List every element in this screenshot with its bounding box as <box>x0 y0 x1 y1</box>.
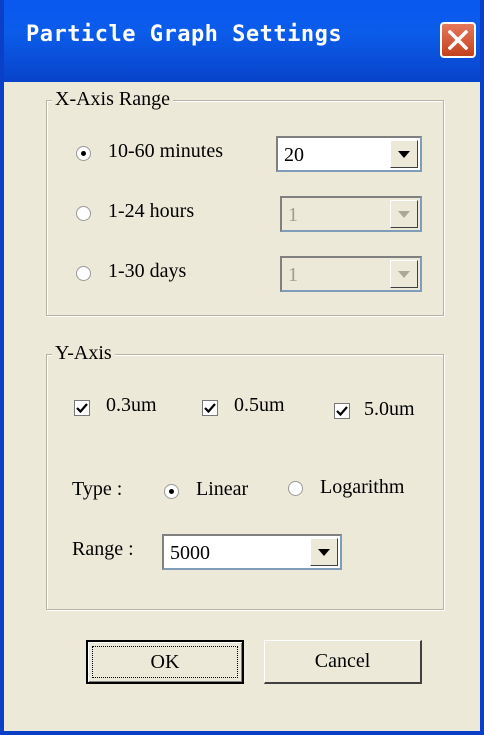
radio-hours[interactable] <box>76 206 91 221</box>
focus-rect <box>92 646 238 678</box>
x-axis-legend: X-Axis Range <box>52 88 173 111</box>
window-title: Particle Graph Settings <box>26 22 343 47</box>
hours-select: 1 <box>280 196 422 232</box>
radio-logarithm[interactable] <box>288 481 303 496</box>
checkbox-5-0um-label[interactable]: 5.0um <box>364 398 415 421</box>
range-select-value: 5000 <box>170 542 210 564</box>
range-label: Range : <box>72 538 134 560</box>
cancel-button-label: Cancel <box>314 650 371 672</box>
dialog-window: Particle Graph Settings X-Axis Range 10-… <box>0 0 484 735</box>
radio-minutes[interactable] <box>76 146 91 161</box>
chevron-down-icon <box>318 549 330 556</box>
close-button[interactable] <box>440 22 476 58</box>
title-bar[interactable]: Particle Graph Settings <box>4 0 480 82</box>
y-axis-legend: Y-Axis <box>52 342 115 365</box>
checkbox-5-0um[interactable] <box>334 403 350 419</box>
ok-button[interactable]: OK <box>86 640 244 684</box>
checkbox-0-3um[interactable] <box>74 400 90 416</box>
checkbox-0-5um[interactable] <box>202 400 218 416</box>
days-dropdown-button <box>390 260 418 288</box>
minutes-dropdown-button[interactable] <box>390 140 418 168</box>
type-label: Type : <box>72 478 123 500</box>
radio-hours-label[interactable]: 1-24 hours <box>108 200 194 223</box>
radio-linear[interactable] <box>164 484 179 499</box>
radio-logarithm-label[interactable]: Logarithm <box>320 476 404 499</box>
range-dropdown-button[interactable] <box>310 538 338 566</box>
chevron-down-icon <box>398 271 410 278</box>
radio-minutes-label[interactable]: 10-60 minutes <box>108 140 223 163</box>
cancel-button[interactable]: Cancel <box>264 640 422 684</box>
radio-days-label[interactable]: 1-30 days <box>108 260 186 283</box>
checkmark-icon <box>204 403 216 414</box>
range-select[interactable]: 5000 <box>162 534 342 570</box>
hours-dropdown-button <box>390 200 418 228</box>
days-select: 1 <box>280 256 422 292</box>
checkmark-icon <box>76 403 88 414</box>
checkbox-0-3um-label[interactable]: 0.3um <box>106 394 157 417</box>
hours-select-value: 1 <box>288 204 298 226</box>
radio-linear-label[interactable]: Linear <box>196 478 248 501</box>
checkmark-icon <box>336 406 348 417</box>
days-select-value: 1 <box>288 264 298 286</box>
radio-days[interactable] <box>76 266 91 281</box>
close-icon <box>448 30 468 50</box>
chevron-down-icon <box>398 151 410 158</box>
checkbox-0-5um-label[interactable]: 0.5um <box>234 394 285 417</box>
chevron-down-icon <box>398 211 410 218</box>
minutes-select[interactable]: 20 <box>276 136 422 172</box>
minutes-select-value: 20 <box>284 144 304 166</box>
